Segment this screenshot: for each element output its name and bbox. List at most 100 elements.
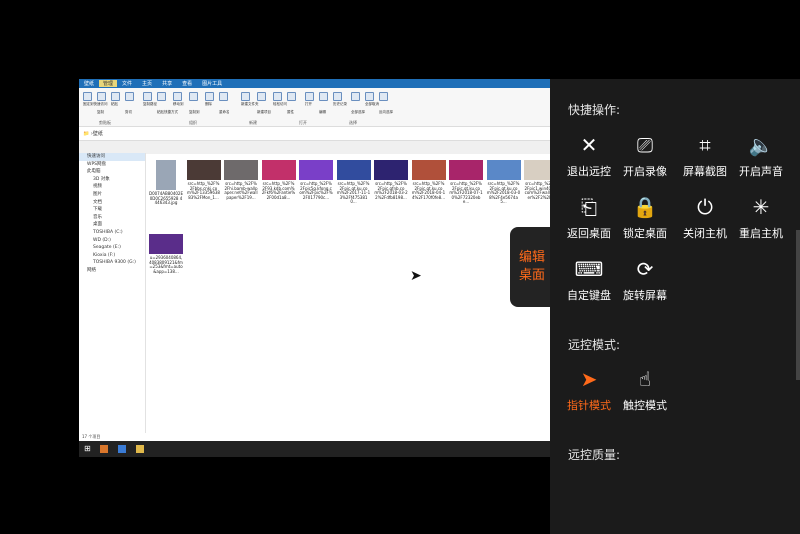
file-grid: D0074AB80402E0D0C2655928 4446343.jpg src=…: [146, 154, 550, 434]
action-rotate-screen-button[interactable]: ⟳ 旋转屏幕: [616, 257, 674, 303]
nav-item[interactable]: 快速访问: [79, 153, 145, 161]
ribbon-button-icon[interactable]: [351, 92, 360, 101]
ribbon-button-label[interactable]: 复制到: [189, 110, 200, 115]
ribbon-button-label[interactable]: 剪切: [125, 110, 132, 115]
ribbon-button-label[interactable]: 全部取消: [365, 102, 379, 107]
ribbon-button-label[interactable]: 粘贴: [111, 102, 118, 107]
ribbon-button-icon[interactable]: [287, 92, 296, 101]
ribbon-button-label[interactable]: 粘贴快捷方式: [157, 110, 178, 115]
ribbon-button-icon[interactable]: [273, 92, 282, 101]
address-bar[interactable]: 📁 › 壁纸: [79, 127, 550, 141]
action-video-camera-button[interactable]: ⎚ 开启录像: [616, 133, 674, 179]
ribbon-button-icon[interactable]: [157, 92, 166, 101]
ribbon-button-label[interactable]: 打开: [305, 102, 312, 107]
ribbon-button-icon[interactable]: [189, 92, 198, 101]
file-tile[interactable]: src=http_%2F%2F93.kdb.com%2Fkf6%2Fantie%…: [261, 160, 296, 200]
ribbon-button-label[interactable]: 新建项目: [257, 110, 271, 115]
ribbon-button-icon[interactable]: [111, 92, 120, 101]
touch-hand-icon: ☝: [638, 367, 652, 391]
ribbon-button-icon[interactable]: [125, 92, 134, 101]
action-power-button[interactable]: ⏻ 关闭主机: [676, 195, 734, 241]
ribbon-button-label[interactable]: 编辑: [319, 110, 326, 115]
file-tile[interactable]: src=http_%2F%2Fpic1.win4000.com%2Fwallpa…: [524, 160, 550, 200]
file-tile[interactable]: src=http_%2F%2Fpic.qfnb.com%2F2018-03-22…: [374, 160, 408, 200]
action-restart-spinner-button[interactable]: ✳ 重启主机: [732, 195, 790, 241]
nav-item[interactable]: 桌面: [79, 221, 145, 229]
image-thumbnail: [156, 160, 176, 190]
file-explorer-icon[interactable]: [136, 445, 144, 453]
ribbon-tab[interactable]: 查看: [177, 80, 197, 87]
ribbon-button-icon[interactable]: [173, 92, 182, 101]
ribbon-button-icon[interactable]: [333, 92, 342, 101]
nav-item[interactable]: 此电脑: [79, 168, 145, 176]
app-icon[interactable]: [118, 445, 126, 453]
file-tile[interactable]: src=http_%2F%2Fbbs.cnkj.com%2F1335963883…: [186, 160, 221, 200]
nav-item[interactable]: 音乐: [79, 214, 145, 222]
ribbon-button-label[interactable]: 复制: [97, 110, 104, 115]
ribbon-button-label[interactable]: 全部选择: [351, 110, 365, 115]
remote-desktop-view[interactable]: 壁纸 管理 文件 主页 共享 查看 图片工具 固定到快速访问复制 粘贴剪切 复制路径…: [79, 79, 550, 457]
ribbon-tab[interactable]: 图片工具: [197, 80, 227, 87]
mode-touch-hand-button[interactable]: ☝ 触控模式: [616, 367, 674, 413]
ribbon-button-icon[interactable]: [319, 92, 328, 101]
nav-item[interactable]: 文档: [79, 199, 145, 207]
ribbon-button-icon[interactable]: [97, 92, 106, 101]
nav-item[interactable]: WPS网盘: [79, 161, 145, 169]
file-tile[interactable]: src=http_%2F%2Fpic.qt.ku.com%2F2018-03-0…: [486, 160, 521, 205]
file-tile[interactable]: src=http_%2F%2Fpic.qt.ku.com%2F2018-04-1…: [411, 160, 446, 200]
file-tile[interactable]: src=http_%2F%2Fpic.qt.ku.com%2F2017-11-1…: [336, 160, 371, 205]
edit-desktop-button[interactable]: 编辑 桌面: [510, 227, 554, 307]
ribbon-button-icon[interactable]: [143, 92, 152, 101]
ribbon-tab[interactable]: 共享: [157, 80, 177, 87]
nav-item[interactable]: WD (D:): [79, 237, 145, 245]
action-close-button[interactable]: ✕ 退出远控: [560, 133, 618, 179]
edge-scrollbar[interactable]: [796, 230, 800, 380]
ribbon-button-icon[interactable]: [83, 92, 92, 101]
ribbon-button-label[interactable]: 历史记录: [333, 102, 347, 107]
ribbon-button-icon[interactable]: [379, 92, 388, 101]
nav-item[interactable]: Seagate (E:): [79, 244, 145, 252]
file-tile[interactable]: u=2936040864, 4083809121&fm=253&fmt=auto…: [149, 234, 183, 274]
ribbon-button-label[interactable]: 固定到快速访问: [83, 102, 108, 107]
ribbon-button-icon[interactable]: [305, 92, 314, 101]
action-crop-button[interactable]: ⌗ 屏幕截图: [676, 133, 734, 179]
action-desktop-return-button[interactable]: ⎗ 返回桌面: [560, 195, 618, 241]
action-keyboard-button[interactable]: ⌨ 自定键盘: [560, 257, 618, 303]
ribbon-button-label[interactable]: 重命名: [219, 110, 230, 115]
nav-item[interactable]: 下载: [79, 206, 145, 214]
file-tile[interactable]: src=http_%2F%2Fpic.qt.ku.com%2F2018-07-1…: [449, 160, 483, 205]
ribbon-button-label[interactable]: 新建文件夹: [241, 102, 259, 107]
ribbon-button-label[interactable]: 属性: [287, 110, 294, 115]
file-tile[interactable]: src=http_%2F%2Fpic5g.kfong.com%2Fpic%2F%…: [299, 160, 333, 200]
ribbon-button-icon[interactable]: [257, 92, 266, 101]
nav-item[interactable]: Kioxia (F:): [79, 252, 145, 260]
address-text: 壁纸: [92, 131, 103, 137]
ribbon-button-label[interactable]: 反向选择: [379, 110, 393, 115]
mode-pointer-button[interactable]: ➤ 指针模式: [560, 367, 618, 413]
windows-start-icon[interactable]: ⊞: [84, 445, 92, 453]
ribbon-button-icon[interactable]: [205, 92, 214, 101]
action-lock-button[interactable]: 🔒 锁定桌面: [616, 195, 674, 241]
app-icon[interactable]: [100, 445, 108, 453]
ribbon-button-label[interactable]: 移动到: [173, 102, 184, 107]
nav-item[interactable]: 网络: [79, 267, 145, 275]
action-speaker-button[interactable]: 🔈 开启声音: [732, 133, 790, 179]
file-tile[interactable]: D0074AB80402E0D0C2655928 4446343.jpg: [149, 160, 183, 206]
ribbon-button-label[interactable]: 复制路径: [143, 102, 157, 107]
ribbon-button-label[interactable]: 轻松访问: [273, 102, 287, 107]
ribbon-button-label[interactable]: 删除: [205, 102, 212, 107]
nav-item[interactable]: 3D 对象: [79, 176, 145, 184]
nav-item[interactable]: 视频: [79, 183, 145, 191]
ribbon-button-icon[interactable]: [241, 92, 250, 101]
file-tile[interactable]: src=http_%2F%2Fhi.bamb-wallpaper.net%2Fw…: [224, 160, 258, 200]
context-tab-manage[interactable]: 管理: [99, 80, 118, 87]
ribbon-tab[interactable]: 文件: [117, 80, 137, 87]
nav-item[interactable]: TOSHIBA 9300 (G:): [79, 259, 145, 267]
ribbon-button-icon[interactable]: [219, 92, 228, 101]
image-thumbnail: [486, 160, 521, 180]
nav-item[interactable]: 图片: [79, 191, 145, 199]
ribbon-button-icon[interactable]: [365, 92, 374, 101]
pointer-icon: ➤: [580, 367, 598, 391]
nav-item[interactable]: TOSHIBA (C:): [79, 229, 145, 237]
ribbon-tab[interactable]: 主页: [137, 80, 157, 87]
